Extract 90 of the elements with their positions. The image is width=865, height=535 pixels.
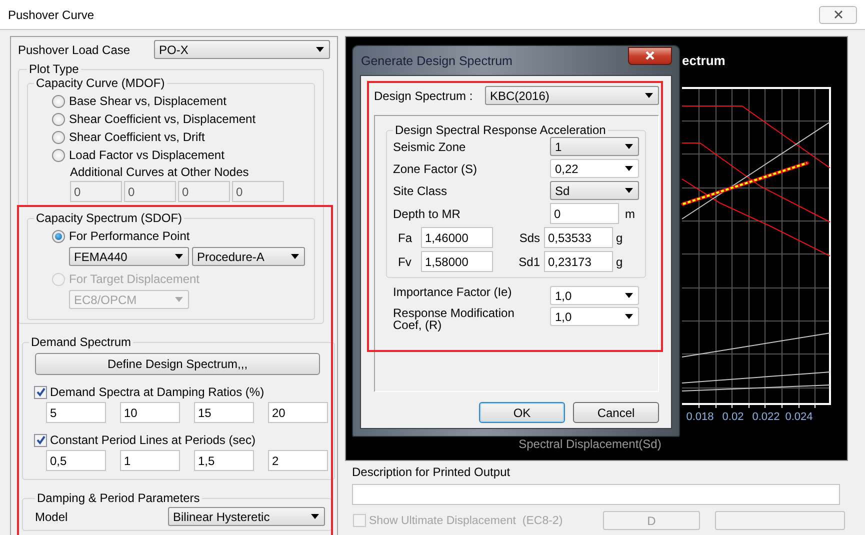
field-label: Site Class (393, 184, 448, 198)
checkbox-label: Demand Spectra at Damping Ratios (%) (50, 385, 264, 399)
group-title: Plot Type (28, 62, 80, 76)
input-field[interactable]: 10 (120, 402, 180, 423)
field-label: Importance Factor (Ie) (393, 286, 513, 298)
field-label: Zone Factor (S) (393, 162, 478, 176)
caret-icon (316, 47, 324, 52)
dropdown[interactable]: Bilinear Hysteretic (168, 507, 325, 526)
input-field[interactable]: 0,53533 (544, 227, 613, 248)
dialog-title: Generate Design Spectrum (361, 54, 512, 68)
dropdown[interactable]: Procedure-A (192, 247, 305, 266)
field-label: Design Spectrum : (374, 88, 473, 102)
caret-icon (625, 144, 633, 149)
field-label: Seismic Zone (393, 140, 467, 154)
input-field[interactable]: 0 (550, 203, 619, 224)
field-label: Response Modification Coef, (R) (393, 307, 516, 331)
input-field[interactable]: 1,46000 (421, 227, 493, 248)
group-title: Capacity Curve (MDOF) (35, 76, 166, 90)
define-spectrum-button[interactable]: Define Design Spectrum,,, (35, 353, 320, 375)
dialog-button[interactable]: OK (479, 402, 565, 423)
dropdown[interactable]: 1,0 (550, 307, 639, 326)
input-field[interactable]: 2 (268, 450, 328, 471)
unit-label: g (616, 230, 624, 244)
input-field[interactable]: 15 (194, 402, 254, 423)
caret-icon (291, 254, 299, 259)
radio-label: Shear Coefficient vs, Displacement (69, 112, 256, 126)
caret-icon (311, 514, 319, 519)
caret-icon (625, 314, 633, 319)
field-label: Sds (518, 230, 541, 244)
checkbox[interactable] (34, 386, 47, 398)
dropdown[interactable]: 1 (550, 137, 639, 156)
dropdown[interactable]: PO-X (154, 40, 330, 59)
radio-button[interactable] (52, 94, 65, 108)
caret-icon (625, 293, 633, 298)
caret-icon (625, 166, 633, 171)
field-label: Pushover Load Case (18, 42, 130, 56)
group-title: Design Spectral Response Acceleration (394, 123, 607, 137)
radio-button[interactable] (52, 112, 65, 126)
dropdown[interactable]: Sd (550, 181, 639, 200)
input-field[interactable]: 0,5 (46, 450, 106, 471)
field-label: Fv (397, 254, 412, 268)
unit-label: g (616, 254, 624, 268)
chart-title: ectrum (682, 53, 726, 68)
checkbox-label: Constant Period Lines at Periods (sec) (50, 433, 256, 447)
radio-button[interactable] (52, 130, 65, 144)
window-title: Pushover Curve (8, 8, 94, 22)
field-label: Fa (397, 230, 414, 244)
caret-icon (175, 297, 183, 302)
radio-label: For Performance Point (69, 229, 190, 243)
close-icon (645, 51, 655, 60)
input-field[interactable]: 1,5 (194, 450, 254, 471)
close-icon (834, 10, 842, 19)
radio-button[interactable] (52, 230, 65, 242)
unit-label: m (625, 206, 635, 220)
caret-icon (175, 254, 183, 259)
group-title: Damping & Period Parameters (36, 491, 201, 505)
input-field[interactable]: 0,23173 (544, 251, 613, 272)
caret-icon (645, 93, 653, 98)
input-field[interactable]: 5 (46, 402, 106, 423)
radio-label: Load Factor vs Displacement (69, 148, 224, 162)
field-label: Description for Printed Output (352, 465, 512, 479)
dropdown[interactable]: FEMA440 (69, 247, 189, 266)
dropdown[interactable]: KBC(2016) (485, 86, 659, 105)
checkbox[interactable] (34, 434, 47, 446)
field-label: Sd1 (518, 254, 541, 268)
field-label: Model (35, 510, 68, 524)
axis-tick-label: 0.024 (785, 411, 813, 423)
input-field[interactable]: 1 (120, 450, 180, 471)
radio-label: For Target Displacement (69, 272, 200, 286)
close-button[interactable] (819, 6, 857, 24)
field-label: Depth to MR (393, 206, 462, 220)
dialog-button[interactable]: Cancel (573, 402, 659, 423)
dropdown[interactable]: 0,22 (550, 159, 639, 178)
radio-button[interactable] (52, 148, 65, 162)
caret-icon (625, 188, 633, 193)
dropdown[interactable]: 1,0 (550, 286, 639, 305)
radio-label: Shear Coefficient vs, Drift (69, 130, 205, 144)
axis-tick-label: 0.018 (686, 411, 714, 423)
axis-tick-label: 0.02 (722, 411, 744, 423)
input-field[interactable]: 20 (268, 402, 328, 423)
group-title: Capacity Spectrum (SDOF) (35, 211, 184, 225)
description-field[interactable] (352, 484, 840, 505)
input-field[interactable]: 1,58000 (421, 251, 493, 272)
field-label: Additional Curves at Other Nodes (70, 165, 249, 179)
axis-title: Spectral Displacement(Sd) (518, 437, 662, 451)
axis-tick-label: 0.022 (752, 411, 780, 423)
close-button[interactable] (628, 46, 672, 64)
radio-label: Base Shear vs, Displacement (69, 94, 226, 108)
checkbox-label: Show Ultimate Displacement (EC8-2) (369, 514, 564, 526)
group-title: Demand Spectrum (30, 335, 132, 349)
